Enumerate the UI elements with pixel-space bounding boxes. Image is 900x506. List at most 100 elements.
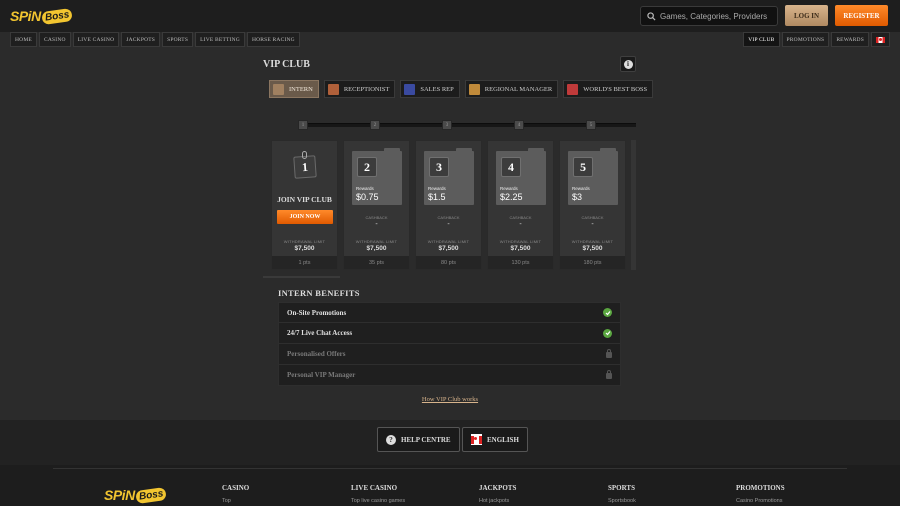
register-button[interactable]: REGISTER [835, 5, 888, 26]
cashback-label: CASHBACK [437, 215, 460, 220]
footer-heading: CASINO [222, 484, 250, 492]
footer-column: LIVE CASINO Top live casino games [351, 484, 405, 504]
tier-tab-world-s-best-boss[interactable]: WORLD'S BEST BOSS [563, 80, 654, 98]
footer-link[interactable]: Top [222, 498, 249, 504]
benefit-label: On-Site Promotions [287, 308, 347, 317]
flag-icon [471, 434, 482, 445]
rewards-value: $3 [572, 192, 583, 202]
nav-item-rewards[interactable]: REWARDS [831, 32, 869, 47]
tier-badge-icon [404, 83, 416, 95]
lock-icon [606, 370, 612, 379]
footer-link[interactable]: Hot jackpots [479, 498, 516, 504]
language-button[interactable]: ENGLISH [462, 427, 528, 452]
tier-badge-icon [327, 83, 339, 95]
withdrawal-limit-label: WITHDRAWAL LIMIT [499, 239, 542, 244]
language-flag-button[interactable] [871, 32, 890, 47]
canada-flag-icon [876, 36, 885, 43]
rewards-value: $1.5 [428, 192, 446, 202]
help-centre-button[interactable]: ? HELP CENTRE [377, 427, 460, 452]
footer-logo[interactable]: SPiN Boss [104, 485, 167, 505]
points-required: 130 pts [488, 256, 553, 269]
points-required: 180 pts [560, 256, 625, 269]
search-input[interactable] [660, 11, 770, 21]
logo-boss-text: Boss [134, 486, 167, 504]
tier-tab-regional-manager[interactable]: REGIONAL MANAGER [464, 80, 559, 98]
level-number-badge: 3 [429, 157, 449, 177]
canada-flag-icon [471, 435, 482, 444]
join-now-button[interactable]: JOIN NOW [277, 210, 333, 224]
footer-link[interactable]: Top live casino games [351, 498, 405, 504]
join-vip-title: JOIN VIP CLUB [277, 195, 332, 204]
lock-icon [606, 349, 612, 358]
track-node: 1 [298, 120, 308, 130]
info-icon: i [623, 59, 633, 69]
withdrawal-limit-label: WITHDRAWAL LIMIT [571, 239, 614, 244]
benefit-row: Personal VIP Manager [278, 365, 621, 386]
footer-heading: PROMOTIONS [736, 484, 785, 492]
footer-column: JACKPOTS Hot jackpots [479, 484, 516, 504]
tier-badge-icon [273, 83, 284, 95]
search-box[interactable] [640, 6, 778, 26]
check-icon [603, 308, 612, 317]
paperclip-icon [302, 151, 307, 159]
points-required: 1 pts [272, 256, 337, 269]
nav-item-live-betting[interactable]: LIVE BETTING [195, 32, 245, 47]
nav-item-live-casino[interactable]: LIVE CASINO [72, 32, 120, 47]
benefit-label: 24/7 Live Chat Access [287, 329, 353, 337]
cashback-label: CASHBACK [509, 215, 532, 220]
cashback-value: - [591, 221, 594, 228]
rewards-value: $2.25 [500, 192, 523, 202]
tier-tab-label: WORLD'S BEST BOSS [583, 85, 648, 93]
nav-item-casino[interactable]: CASINO [39, 32, 71, 47]
nav-item-sports[interactable]: SPORTS [162, 32, 194, 47]
track-node: 4 [514, 120, 524, 130]
footer-column: CASINO Top [222, 484, 249, 504]
help-centre-label: HELP CENTRE [401, 435, 451, 444]
main-nav: HOME CASINO LIVE CASINO JACKPOTS SPORTS LIVE … [0, 32, 900, 47]
cashback-value: - [519, 221, 522, 228]
rewards-label: Rewards [572, 186, 590, 191]
info-button[interactable]: i [620, 56, 636, 72]
tier-tab-intern[interactable]: INTERN [269, 80, 319, 98]
nav-item-promotions[interactable]: PROMOTIONS [781, 32, 830, 47]
tier-tabs: INTERN RECEPTIONIST SALES REP REGIONAL MANA… [269, 80, 654, 98]
points-required: 80 pts [416, 256, 481, 269]
tier-tab-label: REGIONAL MANAGER [484, 85, 553, 93]
tier-tab-receptionist[interactable]: RECEPTIONIST [323, 80, 396, 98]
benefit-label: Personalised Offers [287, 350, 346, 358]
rewards-label: Rewards [356, 186, 374, 191]
footer-divider [53, 468, 847, 469]
folder-icon: 4 Rewards $2.25 [496, 148, 546, 205]
nav-right: VIP CLUB PROMOTIONS REWARDS [743, 32, 890, 47]
footer-heading: JACKPOTS [479, 484, 517, 492]
nav-item-home[interactable]: HOME [10, 32, 37, 47]
nav-left: HOME CASINO LIVE CASINO JACKPOTS SPORTS LIVE … [10, 32, 300, 47]
track-node: 2 [370, 120, 380, 130]
withdrawal-limit-value: $7,500 [366, 245, 387, 252]
footer-link[interactable]: Casino Promotions [736, 498, 785, 504]
withdrawal-limit-value: $7,500 [294, 245, 315, 252]
benefits-title: INTERN BENEFITS [278, 288, 360, 298]
benefit-label: Personal VIP Manager [287, 371, 356, 379]
rewards-label: Rewards [428, 186, 446, 191]
folder-icon: 3 Rewards $1.5 [424, 148, 474, 205]
tier-badge-icon [567, 83, 579, 95]
level-number-badge: 4 [501, 157, 521, 177]
login-button[interactable]: LOG IN [785, 5, 828, 26]
level-card-4: 4 Rewards $2.25 CASHBACK - WITHDRAWAL LIMIT $7… [487, 140, 554, 270]
withdrawal-limit-label: WITHDRAWAL LIMIT [355, 239, 398, 244]
nav-item-jackpots[interactable]: JACKPOTS [121, 32, 161, 47]
nav-item-vip-club[interactable]: VIP CLUB [743, 32, 780, 47]
nav-item-horse-racing[interactable]: HORSE RACING [246, 32, 300, 47]
tier-tab-sales-rep[interactable]: SALES REP [400, 80, 460, 98]
withdrawal-limit-value: $7,500 [510, 245, 531, 252]
benefit-row: 24/7 Live Chat Access [278, 323, 621, 344]
spinboss-logo[interactable]: SPiN Boss [10, 6, 73, 26]
footer-column: SPORTS Sportsbook [608, 484, 636, 504]
logo-spin-text: SPiN [10, 8, 41, 24]
how-vip-club-works-link[interactable]: How VIP Club works [0, 396, 900, 403]
withdrawal-limit-value: $7,500 [582, 245, 603, 252]
footer-link[interactable]: Sportsbook [608, 498, 636, 504]
folder-icon: 2 Rewards $0.75 [352, 148, 402, 205]
footer-column: PROMOTIONS Casino Promotions [736, 484, 785, 504]
